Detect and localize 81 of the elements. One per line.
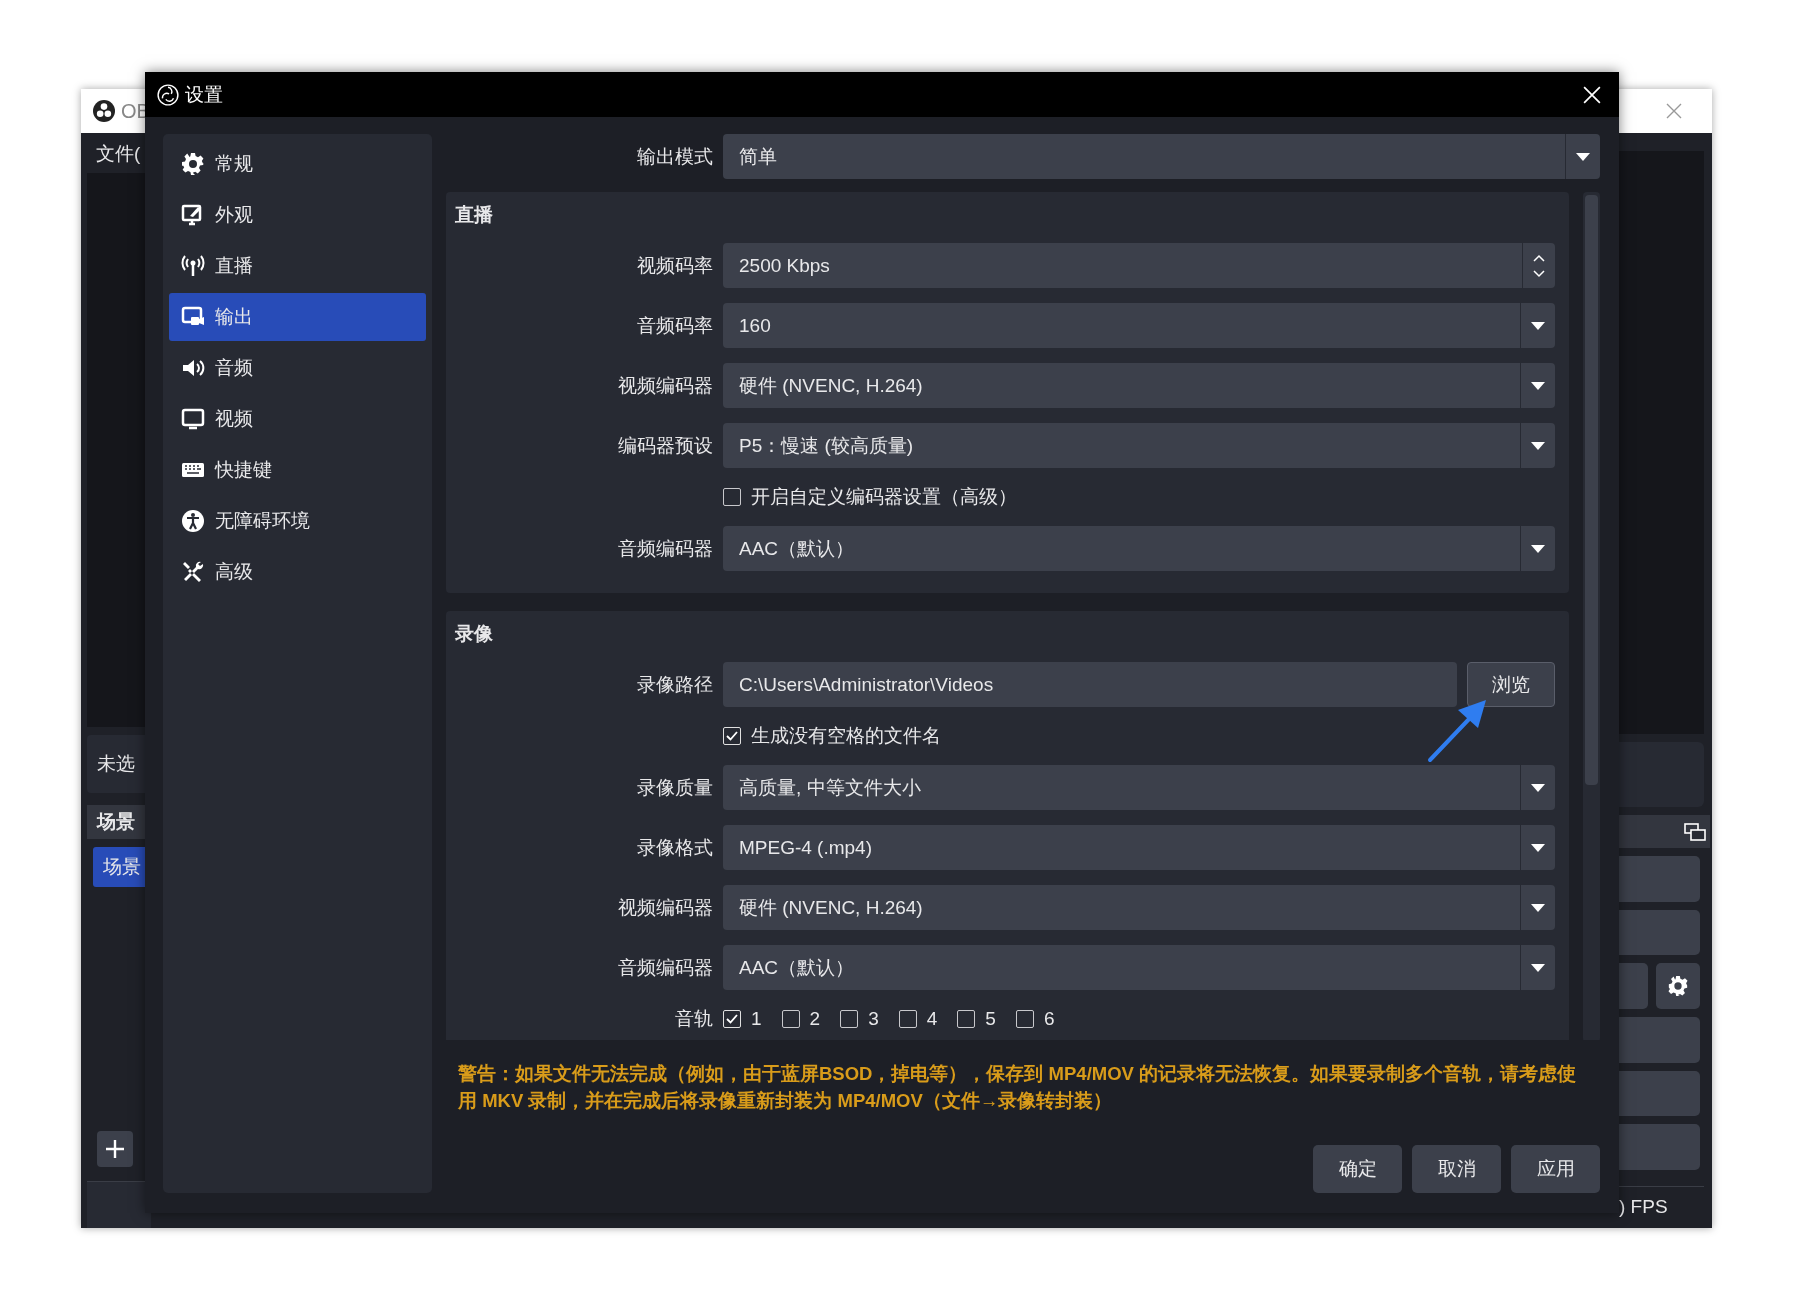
dropdown[interactable]: 硬件 (NVENC, H.264) xyxy=(723,885,1555,930)
checkbox[interactable] xyxy=(723,727,741,745)
checkbox[interactable] xyxy=(840,1010,859,1028)
group-title: 录像 xyxy=(454,622,493,646)
dropdown[interactable]: 简单 xyxy=(723,134,1600,179)
track-checkbox[interactable]: 6 xyxy=(1015,1008,1055,1030)
dialog-button[interactable]: 确定 xyxy=(1313,1145,1402,1193)
dropdown[interactable]: MPEG-4 (.mp4) xyxy=(723,825,1555,870)
logo-icon xyxy=(157,83,179,106)
field-label: 视频编码器 xyxy=(617,895,713,920)
dropdown[interactable]: AAC（默认） xyxy=(723,945,1555,990)
dropdown[interactable]: 硬件 (NVENC, H.264) xyxy=(723,363,1555,408)
track-checkbox[interactable]: 5 xyxy=(957,1008,996,1030)
dialog-button[interactable]: 应用 xyxy=(1511,1145,1600,1193)
sidebar-item[interactable]: 快捷键 xyxy=(169,446,426,494)
dropdown[interactable]: AAC（默认） xyxy=(723,526,1555,571)
track-checkbox[interactable]: 1 xyxy=(723,1008,762,1030)
add-button[interactable] xyxy=(97,1131,133,1167)
field-label: 音频码率 xyxy=(636,313,713,338)
gear-icon xyxy=(1667,975,1689,998)
field-label: 录像格式 xyxy=(636,835,713,860)
person-icon xyxy=(181,509,205,533)
sidebar-item[interactable]: 输出 xyxy=(169,293,426,341)
sidebar-item[interactable]: 视频 xyxy=(169,395,426,443)
spin-box[interactable]: 2500 Kbps xyxy=(723,243,1555,288)
caret-icon xyxy=(1531,903,1545,912)
antenna-icon xyxy=(181,254,205,278)
browse-button[interactable]: 浏览 xyxy=(1467,662,1555,707)
checkbox[interactable] xyxy=(781,1010,800,1028)
caret-icon xyxy=(1531,963,1545,972)
field-label: 音频编码器 xyxy=(617,955,713,980)
monitor-icon xyxy=(181,407,205,431)
scrollbar-thumb[interactable] xyxy=(1585,195,1598,785)
gear-icon xyxy=(181,152,205,176)
checkbox-option[interactable]: 生成没有空格的文件名 xyxy=(723,723,941,749)
field-label: 录像质量 xyxy=(636,775,713,800)
field-label: 编码器预设 xyxy=(617,433,713,458)
checkbox[interactable] xyxy=(723,1010,741,1028)
sidebar-item[interactable]: 音频 xyxy=(169,344,426,392)
caret-icon xyxy=(1531,544,1545,553)
plus-icon xyxy=(105,1139,125,1159)
caret-icon xyxy=(1531,381,1545,390)
path-field[interactable]: C:\Users\Administrator\Videos xyxy=(723,662,1457,707)
sidebar-item[interactable]: 直播 xyxy=(169,242,426,290)
fps-readout: ) FPS xyxy=(1619,1196,1668,1219)
checkbox[interactable] xyxy=(957,1010,976,1028)
dialog-button[interactable]: 取消 xyxy=(1412,1145,1501,1193)
sidebar-item[interactable]: 高级 xyxy=(169,548,426,596)
caret-icon xyxy=(1531,441,1545,450)
dropdown[interactable]: 160 xyxy=(723,303,1555,348)
dropdown[interactable]: P5：慢速 (较高质量) xyxy=(723,423,1555,468)
field-label: 音频编码器 xyxy=(617,536,713,561)
logo-icon xyxy=(93,100,115,122)
field-label: 视频码率 xyxy=(636,253,713,278)
undock-icon[interactable] xyxy=(1684,822,1706,841)
checkbox[interactable] xyxy=(898,1010,917,1028)
panel-title: 场景 xyxy=(97,810,135,834)
caret-icon xyxy=(1531,843,1545,852)
tools-icon xyxy=(181,560,205,584)
field-label: 输出模式 xyxy=(636,144,713,169)
field-label: 视频编码器 xyxy=(617,373,713,398)
sidebar-item[interactable]: 常规 xyxy=(169,140,426,188)
caret-icon xyxy=(1531,321,1545,330)
dropdown[interactable]: 高质量, 中等文件大小 xyxy=(723,765,1555,810)
track-checkbox[interactable]: 3 xyxy=(840,1008,879,1030)
field-label: 录像路径 xyxy=(636,672,713,697)
dialog-title: 设置 xyxy=(185,82,223,107)
caret-icon xyxy=(1531,783,1545,792)
sidebar-item[interactable]: 外观 xyxy=(169,191,426,239)
status-text: 未选 xyxy=(97,752,135,776)
settings-button[interactable] xyxy=(1656,963,1700,1010)
track-checkbox[interactable]: 4 xyxy=(898,1008,938,1030)
sidebar-item[interactable]: 无障碍环境 xyxy=(169,497,426,545)
field-label: 音轨 xyxy=(674,1007,713,1031)
caret-icon xyxy=(1576,152,1590,161)
group-title: 直播 xyxy=(454,203,493,227)
track-checkbox[interactable]: 2 xyxy=(781,1008,821,1030)
checkbox[interactable] xyxy=(1015,1010,1034,1028)
checkbox[interactable] xyxy=(723,488,741,506)
checkbox-option[interactable]: 开启自定义编码器设置（高级） xyxy=(723,484,1017,510)
warning-text: 警告：如果文件无法完成（例如，由于蓝屏BSOD，掉电等），保存到 MP4/MOV 的记录将无法恢复。如果要录制多个音轨，请考虑使用 MKV 录制，并在完成后将录像重新封装为 MP4/MOV（文件→录像转封装） xyxy=(458,1062,1578,1113)
